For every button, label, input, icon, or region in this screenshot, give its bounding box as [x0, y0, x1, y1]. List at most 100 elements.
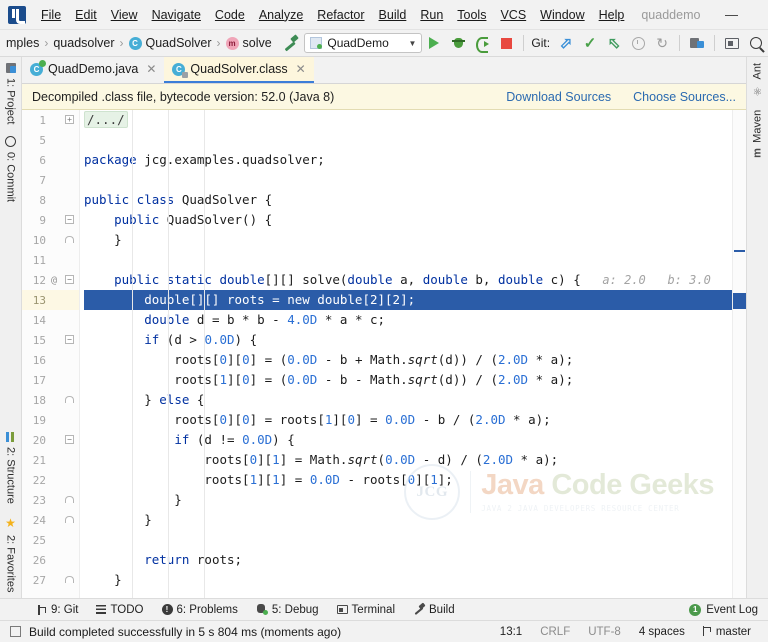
gutter-line[interactable]: 23	[22, 490, 79, 510]
line-separator[interactable]: CRLF	[531, 626, 579, 638]
code-line[interactable]	[84, 250, 732, 270]
gutter-line[interactable]: 17	[22, 370, 79, 390]
code-text-area[interactable]: /.../ package jcg.examples.quadsolver; p…	[80, 110, 732, 598]
debug-button[interactable]	[447, 32, 469, 54]
menu-run[interactable]: Run	[413, 4, 450, 26]
sidebar-item-commit[interactable]: 0: Commit	[0, 130, 21, 208]
code-line[interactable]: }	[84, 570, 732, 590]
folded-comment-placeholder[interactable]: /.../	[84, 111, 128, 128]
terminal-toolbar-button[interactable]	[721, 32, 743, 54]
fold-toggle-icon[interactable]	[65, 236, 74, 243]
code-line[interactable]: } else {	[84, 390, 732, 410]
menu-build[interactable]: Build	[372, 4, 414, 26]
code-line[interactable]: public static double[][] solve(double a,…	[84, 270, 732, 290]
breadcrumb-module[interactable]: mples	[2, 36, 43, 50]
tab-quaddemo-java[interactable]: C QuadDemo.java ✕	[22, 57, 164, 83]
code-line[interactable]: roots[1][0] = (0.0D - b - Math.sqrt(d)) …	[84, 370, 732, 390]
minimize-button[interactable]: —	[710, 0, 752, 30]
project-structure-button[interactable]	[686, 32, 708, 54]
menu-vcs[interactable]: VCS	[493, 4, 533, 26]
fold-toggle-icon[interactable]	[65, 516, 74, 523]
fold-toggle-icon[interactable]: −	[65, 435, 74, 444]
code-line[interactable]: }	[84, 230, 732, 250]
breadcrumb-method[interactable]: m solve	[222, 36, 276, 50]
gutter-line[interactable]: 14	[22, 310, 79, 330]
code-line[interactable]: roots[0][0] = roots[1][0] = 0.0D - b / (…	[84, 410, 732, 430]
code-line[interactable]: }	[84, 510, 732, 530]
code-line[interactable]: return roots;	[84, 550, 732, 570]
run-button[interactable]	[423, 32, 445, 54]
menu-analyze[interactable]: Analyze	[252, 4, 310, 26]
gutter-line[interactable]: 25	[22, 530, 79, 550]
gutter-line[interactable]: 22	[22, 470, 79, 490]
tool-button-build[interactable]: Build	[404, 599, 464, 621]
caret-position[interactable]: 13:1	[491, 626, 531, 638]
gutter-line[interactable]: 16	[22, 350, 79, 370]
code-line[interactable]: double d = b * b - 4.0D * a * c;	[84, 310, 732, 330]
code-line[interactable]: roots[0][0] = (0.0D - b + Math.sqrt(d)) …	[84, 350, 732, 370]
close-icon[interactable]: ✕	[146, 62, 156, 76]
download-sources-link[interactable]: Download Sources	[506, 90, 611, 104]
sidebar-item-ant[interactable]: ⚛ Ant	[747, 57, 768, 104]
gutter-line[interactable]: 26	[22, 550, 79, 570]
event-log-button[interactable]: 1 Event Log	[679, 603, 768, 616]
gutter-line[interactable]: 24	[22, 510, 79, 530]
fold-toggle-icon[interactable]	[65, 576, 74, 583]
code-line[interactable]: /.../	[84, 110, 732, 130]
code-line[interactable]: double[][] roots = new double[2][2];	[84, 290, 732, 310]
code-line[interactable]: if (d != 0.0D) {	[84, 430, 732, 450]
gutter-line[interactable]: 6	[22, 150, 79, 170]
code-line[interactable]: public class QuadSolver {	[84, 190, 732, 210]
fold-toggle-icon[interactable]	[65, 496, 74, 503]
git-commit-button[interactable]: ✓	[579, 32, 601, 54]
sidebar-item-maven[interactable]: m Maven	[747, 104, 768, 164]
code-line[interactable]: public QuadSolver() {	[84, 210, 732, 230]
gutter-line[interactable]: 13	[22, 290, 79, 310]
close-icon[interactable]: ✕	[296, 62, 306, 76]
menu-navigate[interactable]: Navigate	[145, 4, 208, 26]
fold-toggle-icon[interactable]	[65, 396, 74, 403]
fold-toggle-icon[interactable]: +	[65, 115, 74, 124]
menu-edit[interactable]: Edit	[68, 4, 104, 26]
gutter-line[interactable]: 19	[22, 410, 79, 430]
gutter-line[interactable]: 5	[22, 130, 79, 150]
gutter-line[interactable]: 18	[22, 390, 79, 410]
code-line[interactable]: package jcg.examples.quadsolver;	[84, 150, 732, 170]
menu-help[interactable]: Help	[592, 4, 632, 26]
gutter-line[interactable]: 15 −	[22, 330, 79, 350]
stop-button[interactable]	[495, 32, 517, 54]
search-everywhere-button[interactable]	[745, 32, 767, 54]
gutter-line[interactable]: 7	[22, 170, 79, 190]
breadcrumb-class[interactable]: C QuadSolver	[125, 36, 216, 50]
editor-marker-scrollbar[interactable]	[732, 110, 746, 598]
menu-tools[interactable]: Tools	[450, 4, 493, 26]
fold-toggle-icon[interactable]: −	[65, 335, 74, 344]
menu-window[interactable]: Window	[533, 4, 591, 26]
coverage-button[interactable]	[471, 32, 493, 54]
indent-setting[interactable]: 4 spaces	[630, 626, 694, 638]
tool-button-git[interactable]: 9: Git	[28, 599, 87, 621]
gutter-line[interactable]: 20 −	[22, 430, 79, 450]
maximize-button[interactable]: ☐	[752, 0, 768, 30]
gutter-line[interactable]: 1 +	[22, 110, 79, 130]
gutter-line[interactable]: 11	[22, 250, 79, 270]
tool-button-debug[interactable]: 5: Debug	[247, 599, 328, 621]
gutter-line[interactable]: 21	[22, 450, 79, 470]
tool-button-todo[interactable]: TODO	[87, 599, 152, 621]
code-line[interactable]: roots[0][1] = Math.sqrt(0.0D - d) / (2.0…	[84, 450, 732, 470]
fold-toggle-icon[interactable]: −	[65, 275, 74, 284]
code-line[interactable]	[84, 530, 732, 550]
code-line[interactable]	[84, 130, 732, 150]
tab-quadsolver-class[interactable]: C QuadSolver.class ✕	[164, 57, 314, 83]
gutter-line[interactable]: 9−	[22, 210, 79, 230]
sidebar-item-favorites[interactable]: ★ 2: Favorites	[0, 510, 21, 598]
git-update-button[interactable]: ⬀	[555, 32, 577, 54]
breadcrumb-package[interactable]: quadsolver	[49, 36, 118, 50]
gutter-line[interactable]: 12 @ −	[22, 270, 79, 290]
git-branch-widget[interactable]: master	[694, 625, 760, 638]
fold-toggle-icon[interactable]: −	[65, 215, 74, 224]
git-history-button[interactable]	[627, 32, 649, 54]
file-encoding[interactable]: UTF-8	[579, 626, 630, 638]
menu-refactor[interactable]: Refactor	[310, 4, 371, 26]
choose-sources-link[interactable]: Choose Sources...	[633, 90, 736, 104]
